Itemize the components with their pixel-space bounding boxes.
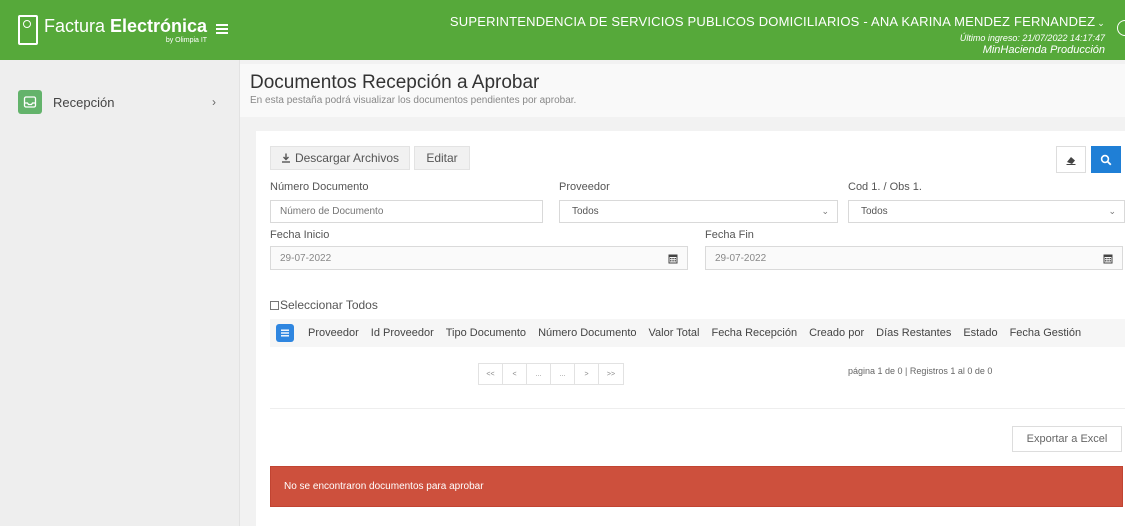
help-icon[interactable]	[1117, 20, 1125, 36]
sidebar: Recepción ›	[0, 60, 240, 526]
proveedor-value: Todos	[572, 206, 599, 217]
column-header-fecha-gestion[interactable]: Fecha Gestión	[1010, 327, 1082, 339]
column-header-dias-restantes[interactable]: Días Restantes	[876, 327, 951, 339]
table-header: Proveedor Id Proveedor Tipo Documento Nú…	[270, 319, 1125, 347]
cod-obs-value: Todos	[861, 206, 888, 217]
cod-obs-label: Cod 1. / Obs 1.	[848, 181, 922, 193]
cod-obs-select[interactable]: Todos ⌄	[848, 200, 1125, 223]
user-name-text: SUPERINTENDENCIA DE SERVICIOS PUBLICOS D…	[449, 14, 1096, 29]
chevron-down-icon: ⌄	[1108, 206, 1116, 216]
column-header-estado[interactable]: Estado	[963, 327, 997, 339]
user-menu[interactable]: SUPERINTENDENCIA DE SERVICIOS PUBLICOS D…	[450, 14, 1105, 56]
empty-results-alert: No se encontraron documentos para aproba…	[270, 466, 1123, 507]
sidebar-item-recepcion[interactable]: Recepción ›	[0, 86, 240, 118]
download-icon	[281, 153, 290, 163]
page-info: página 1 de 0 | Registros 1 al 0 de 0	[848, 366, 993, 376]
fecha-fin-value: 29-07-2022	[715, 252, 767, 264]
next-page-button[interactable]: >	[575, 364, 599, 384]
brand-by: by Olimpia IT	[165, 36, 208, 44]
page-ellipsis-button[interactable]: ...	[551, 364, 575, 384]
page-title: Documentos Recepción a Aprobar	[250, 72, 540, 93]
fecha-inicio-input[interactable]: 29-07-2022	[270, 246, 688, 270]
fecha-inicio-value: 29-07-2022	[280, 252, 332, 264]
prev-page-button[interactable]: <	[503, 364, 527, 384]
inbox-icon	[18, 90, 42, 114]
proveedor-label: Proveedor	[559, 181, 610, 193]
fecha-fin-input[interactable]: 29-07-2022	[705, 246, 1123, 270]
last-page-button[interactable]: >>	[599, 364, 623, 384]
sidebar-item-label: Recepción	[53, 94, 115, 110]
edit-button[interactable]: Editar	[414, 146, 470, 170]
brand-name-bold: Electrónica	[110, 15, 208, 36]
search-button[interactable]	[1091, 146, 1121, 173]
chevron-down-icon: ⌄	[821, 206, 829, 216]
numero-documento-input[interactable]	[270, 200, 543, 223]
column-header-proveedor[interactable]: Proveedor	[308, 327, 359, 339]
brand-text: Factura Electrónica by Olimpia IT	[44, 17, 207, 44]
download-files-label: Descargar Archivos	[294, 151, 400, 165]
user-name[interactable]: SUPERINTENDENCIA DE SERVICIOS PUBLICOS D…	[450, 14, 1105, 29]
clear-filters-button[interactable]	[1056, 146, 1086, 173]
divider	[270, 408, 1125, 409]
column-header-tipo-documento[interactable]: Tipo Documento	[446, 327, 526, 339]
pagination: << < ... ... > >>	[478, 363, 624, 385]
brand-name: Factura Electrónica	[44, 17, 207, 35]
page-ellipsis-button[interactable]: ...	[527, 364, 551, 384]
calendar-icon[interactable]	[1103, 253, 1113, 264]
first-page-button[interactable]: <<	[479, 364, 503, 384]
column-header-fecha-recepcion[interactable]: Fecha Recepción	[711, 327, 797, 339]
proveedor-select[interactable]: Todos ⌄	[559, 200, 838, 223]
chevron-down-icon: ⌄	[1097, 18, 1105, 28]
download-files-button[interactable]: Descargar Archivos	[270, 146, 410, 170]
calendar-icon[interactable]	[668, 253, 678, 264]
chevron-right-icon: ›	[212, 95, 216, 109]
columns-toggle-icon[interactable]	[276, 324, 294, 342]
fecha-fin-label: Fecha Fin	[705, 229, 754, 241]
brand-name-light: Factura	[44, 15, 111, 36]
page-subtitle: En esta pestaña podrá visualizar los doc…	[250, 95, 577, 106]
export-excel-button[interactable]: Exportar a Excel	[1012, 426, 1122, 452]
numero-documento-label: Número Documento	[270, 181, 369, 193]
column-header-numero-documento[interactable]: Número Documento	[538, 327, 636, 339]
menu-toggle-icon[interactable]	[216, 24, 228, 36]
column-header-valor-total[interactable]: Valor Total	[649, 327, 700, 339]
column-header-creado-por[interactable]: Creado por	[809, 327, 864, 339]
select-all[interactable]: Seleccionar Todos	[270, 298, 378, 312]
environment-label: MinHacienda Producción	[982, 44, 1105, 56]
select-all-checkbox[interactable]	[270, 300, 279, 310]
last-login: Último ingreso: 21/07/2022 14:17:47	[959, 33, 1105, 43]
select-all-label: Seleccionar Todos	[280, 298, 378, 312]
column-header-id-proveedor[interactable]: Id Proveedor	[371, 327, 434, 339]
top-navbar: Factura Electrónica by Olimpia IT SUPERI…	[0, 0, 1125, 60]
search-icon	[1100, 154, 1112, 165]
eraser-icon	[1066, 156, 1076, 165]
fecha-inicio-label: Fecha Inicio	[270, 229, 330, 241]
brand-logo[interactable]: Factura Electrónica by Olimpia IT	[18, 10, 207, 50]
document-icon	[18, 15, 38, 45]
